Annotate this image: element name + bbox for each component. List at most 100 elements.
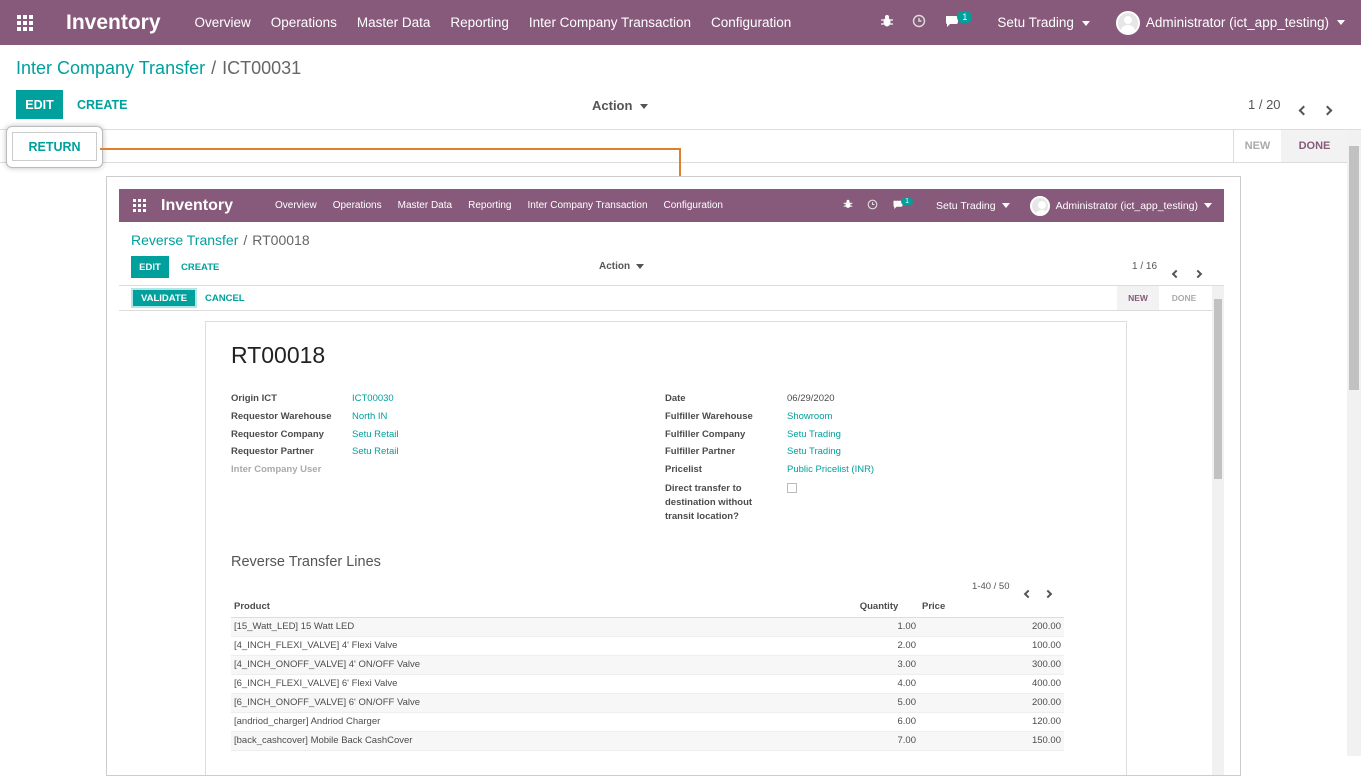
field-label: Requestor Partner [231, 446, 314, 457]
table-row[interactable]: [4_INCH_FLEXI_VALVE] 4' Flexi Valve 2.00 1… [231, 636, 1064, 656]
company-switcher[interactable]: Setu Trading [936, 200, 1010, 212]
bug-icon[interactable] [880, 14, 894, 31]
edit-button[interactable]: EDIT [16, 90, 63, 119]
status-bar: NEW DONE [1233, 130, 1348, 162]
requestor-partner-link[interactable]: Setu Retail [352, 446, 398, 457]
scrollbar-thumb[interactable] [1349, 146, 1359, 390]
field-label: Requestor Company [231, 429, 324, 440]
caret-down-icon [1337, 20, 1345, 25]
inner-pager-value[interactable]: 1 / 16 [1132, 261, 1157, 272]
column-header-price[interactable]: Price [919, 597, 1064, 618]
inner-menu-configuration[interactable]: Configuration [656, 200, 731, 211]
navbar-right: 1 Setu Trading Administrator (ict_app_te… [880, 10, 1361, 35]
validate-button[interactable]: VALIDATE [131, 288, 197, 308]
company-name: Setu Trading [936, 199, 996, 212]
inner-action-dropdown[interactable]: Action [599, 261, 645, 272]
requestor-company-link[interactable]: Setu Retail [352, 429, 398, 440]
inner-menu-master-data[interactable]: Master Data [390, 200, 460, 211]
field-label: Fulfiller Partner [665, 446, 736, 457]
inner-main-menu: Overview Operations Master Data Reportin… [267, 200, 731, 211]
pager-next-icon[interactable] [1193, 264, 1203, 282]
column-header-product[interactable]: Product [231, 597, 839, 618]
record-title: RT00018 [231, 342, 326, 368]
company-switcher[interactable]: Setu Trading [997, 15, 1090, 30]
lines-section-title: Reverse Transfer Lines [231, 554, 381, 570]
bug-icon[interactable] [843, 199, 853, 212]
status-new[interactable]: NEW [1117, 286, 1159, 310]
date-value: 06/29/2020 [787, 393, 835, 404]
clock-icon[interactable] [867, 199, 878, 213]
fulfiller-company-link[interactable]: Setu Trading [787, 429, 841, 440]
direct-transfer-checkbox[interactable] [787, 483, 797, 493]
origin-ict-link[interactable]: ICT00030 [352, 393, 394, 404]
user-menu[interactable]: Administrator (ict_app_testing) [1115, 10, 1345, 35]
field-label: Fulfiller Company [665, 429, 746, 440]
apps-menu-icon[interactable] [119, 199, 159, 212]
pricelist-link[interactable]: Public Pricelist (INR) [787, 464, 874, 475]
inner-scrollbar-thumb[interactable] [1214, 299, 1222, 479]
inner-menu-overview[interactable]: Overview [267, 200, 325, 211]
menu-operations[interactable]: Operations [261, 15, 347, 30]
pager-next-icon[interactable] [1322, 101, 1333, 119]
pager-prev-icon[interactable] [1171, 264, 1181, 282]
requestor-warehouse-link[interactable]: North IN [352, 411, 387, 422]
inner-app-brand[interactable]: Inventory [161, 197, 233, 215]
avatar [1029, 195, 1050, 216]
menu-inter-company-transaction[interactable]: Inter Company Transaction [519, 15, 701, 30]
field-label: Date [665, 393, 686, 404]
table-row[interactable]: [back_cashcover] Mobile Back CashCover 7.… [231, 731, 1064, 751]
breadcrumb-parent[interactable]: Inter Company Transfer [16, 58, 205, 78]
menu-configuration[interactable]: Configuration [701, 15, 801, 30]
notification-badge: 1 [957, 10, 973, 23]
inner-navbar-right: 1 Setu Trading Administrator (ict_app_te… [843, 195, 1224, 216]
direct-transfer-label: Direct transfer to destination without t… [665, 483, 753, 522]
avatar [1115, 10, 1140, 35]
column-header-quantity[interactable]: Quantity [839, 597, 919, 618]
menu-overview[interactable]: Overview [185, 15, 261, 30]
lines-pager-value[interactable]: 1-40 / 50 [972, 581, 1010, 592]
inner-menu-operations[interactable]: Operations [325, 200, 390, 211]
inner-edit-button[interactable]: EDIT [131, 256, 169, 278]
notification-badge: 1 [901, 198, 914, 205]
user-menu[interactable]: Administrator (ict_app_testing) [1029, 195, 1212, 216]
caret-down-icon [640, 104, 649, 110]
breadcrumb-parent[interactable]: Reverse Transfer [131, 232, 238, 248]
status-new[interactable]: NEW [1233, 130, 1281, 162]
inner-navbar: Inventory Overview Operations Master Dat… [119, 189, 1224, 222]
main-menu: Overview Operations Master Data Reportin… [185, 15, 802, 30]
return-button[interactable]: RETURN [12, 132, 97, 161]
table-row[interactable]: [4_INCH_ONOFF_VALVE] 4' ON/OFF Valve 3.00… [231, 655, 1064, 675]
lines-table: Product Quantity Price [15_Watt_LED] 15 … [231, 597, 1064, 751]
inner-breadcrumb: Reverse Transfer / RT00018 [131, 232, 310, 248]
user-name: Administrator (ict_app_testing) [1055, 199, 1198, 212]
pager-value[interactable]: 1 / 20 [1248, 97, 1281, 112]
field-label: Pricelist [665, 464, 702, 475]
clock-icon[interactable] [912, 14, 926, 31]
field-label: Origin ICT [231, 393, 277, 404]
company-name: Setu Trading [997, 15, 1074, 30]
breadcrumb-current: ICT00031 [222, 58, 302, 78]
table-row[interactable]: [15_Watt_LED] 15 Watt LED 1.00 200.00 [231, 617, 1064, 637]
menu-reporting[interactable]: Reporting [440, 15, 519, 30]
create-button[interactable]: CREATE [77, 98, 127, 112]
inner-menu-inter-company-transaction[interactable]: Inter Company Transaction [519, 200, 655, 211]
status-done[interactable]: DONE [1159, 286, 1209, 310]
pager-prev-icon[interactable] [1298, 101, 1309, 119]
caret-down-icon [1001, 203, 1010, 209]
fulfiller-warehouse-link[interactable]: Showroom [787, 411, 832, 422]
table-row[interactable]: [andriod_charger] Andriod Charger 6.00 120… [231, 712, 1064, 732]
app-brand[interactable]: Inventory [66, 11, 161, 35]
breadcrumb-current: RT00018 [252, 232, 310, 248]
apps-menu-icon[interactable] [0, 0, 50, 45]
inner-menu-reporting[interactable]: Reporting [460, 200, 519, 211]
field-label: Requestor Warehouse [231, 411, 332, 422]
embedded-screenshot: Inventory Overview Operations Master Dat… [106, 176, 1241, 776]
table-row[interactable]: [6_INCH_FLEXI_VALVE] 6' Flexi Valve 4.00 4… [231, 674, 1064, 694]
fulfiller-partner-link[interactable]: Setu Trading [787, 446, 841, 457]
inner-create-button[interactable]: CREATE [181, 262, 219, 273]
status-done[interactable]: DONE [1281, 130, 1348, 162]
menu-master-data[interactable]: Master Data [347, 15, 441, 30]
inner-cancel-button[interactable]: CANCEL [205, 293, 245, 304]
action-dropdown[interactable]: Action [592, 98, 649, 113]
table-row[interactable]: [6_INCH_ONOFF_VALVE] 6' ON/OFF Valve 5.00… [231, 693, 1064, 713]
